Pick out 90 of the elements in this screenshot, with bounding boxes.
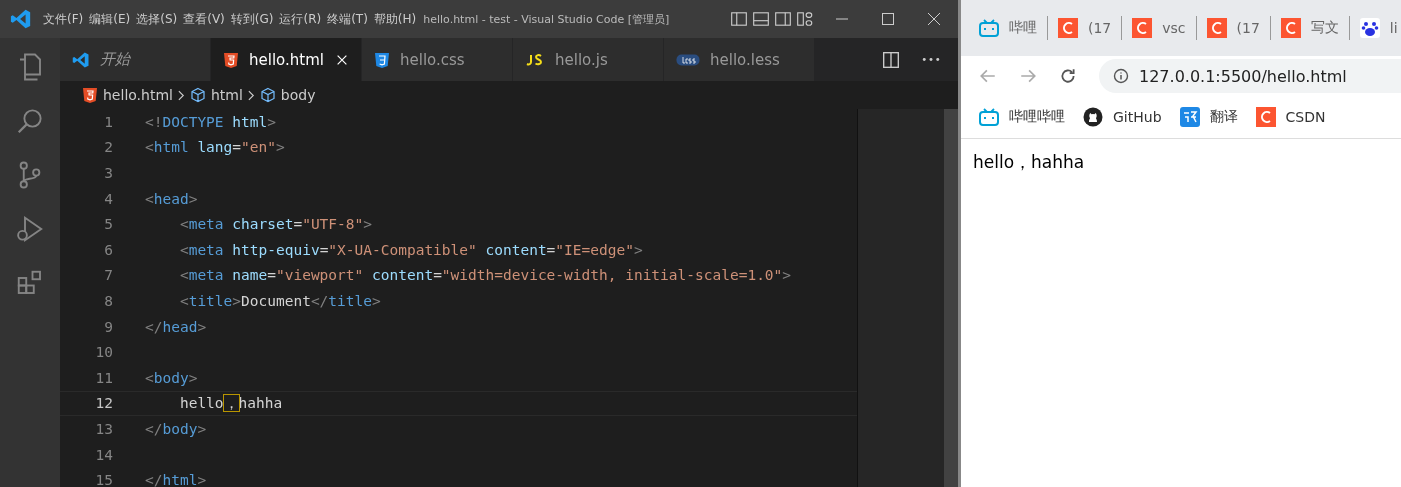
cube-icon [259, 87, 276, 103]
c-logo-icon [1206, 18, 1227, 38]
code-line: <!DOCTYPE html> [145, 113, 276, 130]
editor-tab[interactable]: hello.html [211, 38, 362, 81]
line-number: 4 [103, 190, 114, 207]
chevron-right-icon [177, 89, 185, 101]
c-logo-icon [1280, 18, 1301, 38]
menu-item[interactable]: 转到(G) [227, 10, 277, 28]
github-icon [1083, 107, 1103, 127]
code-line: <title>Document</title> [178, 292, 381, 309]
more-actions-icon[interactable] [922, 57, 940, 62]
line-number: 13 [94, 420, 114, 437]
vscode-logo-icon [72, 50, 90, 69]
code-line: </body> [145, 420, 207, 437]
line-number: 3 [103, 165, 114, 181]
code-line: <head> [145, 190, 198, 207]
line-number: 8 [103, 292, 114, 309]
info-icon[interactable] [1113, 68, 1129, 84]
browser-tab[interactable]: 哔哩 [979, 19, 1037, 37]
line-number: 2 [103, 139, 114, 156]
code-line: <body> [145, 369, 198, 386]
vscode-logo-icon [10, 8, 32, 30]
toggle-panel-icon[interactable] [752, 10, 770, 28]
line-number: 10 [94, 344, 114, 361]
bookmark[interactable]: CSDN [1255, 107, 1326, 127]
code-line: <meta charset="UTF-8"> [178, 216, 372, 233]
line-number: 12 [94, 395, 114, 412]
close-icon[interactable] [926, 11, 942, 27]
line-number: 5 [103, 216, 114, 233]
html5-file-icon [82, 87, 98, 103]
tv-icon [979, 19, 999, 37]
search-icon[interactable] [15, 106, 45, 136]
menu-item[interactable]: 帮助(H) [370, 10, 420, 28]
menu-item[interactable]: 查看(V) [180, 10, 228, 28]
code-line: <meta name="viewport" content="width=device-width, initial-scale=1.0"> [178, 267, 792, 284]
customize-layout-icon[interactable] [796, 10, 814, 28]
line-number: 14 [94, 446, 114, 463]
cube-icon [189, 87, 206, 103]
run-debug-icon[interactable] [15, 214, 45, 244]
editor-tab[interactable]: hello.css [362, 38, 513, 81]
c-logo-icon [1255, 107, 1276, 127]
toggle-secondary-sidebar-icon[interactable] [774, 10, 792, 28]
line-number: 1 [103, 113, 114, 130]
line-number: 15 [94, 472, 114, 487]
line-number: 6 [103, 241, 114, 258]
page-text: hello，hahha [973, 152, 1085, 172]
address-bar[interactable]: 127.0.0.1:5500/hello.html [1099, 59, 1401, 93]
browser-tab[interactable]: (17 [1058, 18, 1112, 38]
split-editor-icon[interactable] [882, 50, 900, 69]
c-logo-icon [1132, 18, 1153, 38]
breadcrumb-item[interactable]: hello.html [103, 87, 173, 103]
browser-tab[interactable]: vsc [1132, 18, 1186, 38]
menu-item[interactable]: 运行(R) [276, 10, 325, 28]
c-logo-icon [1058, 18, 1078, 38]
tv-icon [979, 108, 999, 126]
menu-item[interactable]: 终端(T) [324, 10, 371, 28]
css3-file-icon [374, 51, 390, 68]
editor-tab[interactable]: hello.less [664, 38, 815, 81]
editor-tab[interactable]: 开始 [60, 38, 211, 81]
window-title: hello.html - test - Visual Studio Code [管理员] [423, 11, 670, 27]
toggle-sidebar-icon[interactable] [730, 10, 748, 28]
bookmark[interactable]: 哔哩哔哩 [979, 108, 1065, 126]
menu-item[interactable]: 文件(F) [40, 10, 87, 28]
paw-icon [1359, 18, 1380, 38]
reload-icon[interactable] [1059, 67, 1077, 85]
browser-tab[interactable]: (17 [1206, 18, 1260, 38]
line-number: 11 [94, 369, 114, 386]
translate-icon [1179, 107, 1200, 127]
line-number: 7 [103, 267, 114, 284]
breadcrumb-item[interactable]: html [210, 87, 243, 103]
code-line: </head> [145, 318, 207, 335]
bookmark[interactable]: GitHub [1083, 107, 1162, 127]
code-line: hello，hahha [178, 393, 283, 413]
code-line: <html lang="en"> [145, 139, 285, 156]
menu-item[interactable]: 选择(S) [133, 10, 181, 28]
scrollbar[interactable] [944, 109, 958, 487]
browser-tab[interactable]: li [1359, 18, 1398, 38]
html5-file-icon [223, 51, 239, 68]
less-file-icon [676, 53, 700, 66]
chevron-right-icon [247, 89, 255, 101]
js-file-icon [525, 53, 545, 66]
menu-item[interactable]: 编辑(E) [86, 10, 134, 28]
line-number: 9 [103, 318, 114, 335]
bookmark[interactable]: 翻译 [1179, 107, 1238, 127]
code-line: <meta http-equiv="X-UA-Compatible" content="IE=edge"> [178, 241, 643, 258]
editor-tab[interactable]: hello.js [513, 38, 664, 81]
browser-tab[interactable]: 写文 [1280, 18, 1339, 38]
code-line: </html> [145, 472, 207, 487]
breadcrumb-item[interactable]: body [280, 87, 316, 103]
maximize-icon[interactable] [880, 11, 896, 27]
